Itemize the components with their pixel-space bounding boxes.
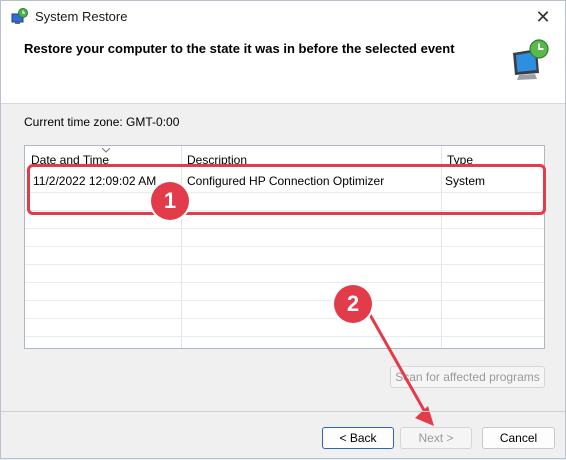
sort-chevron-down-icon <box>102 148 110 153</box>
footer-divider <box>1 411 565 412</box>
highlight-box <box>27 164 546 215</box>
title-bar: System Restore ✕ <box>1 1 565 33</box>
cancel-button[interactable]: Cancel <box>482 427 555 449</box>
row-divider <box>25 264 544 265</box>
window-title: System Restore <box>35 9 128 24</box>
timezone-label: Current time zone: GMT-0:00 <box>24 115 180 129</box>
step-badge-2: 2 <box>334 285 372 323</box>
row-divider <box>25 336 544 337</box>
header-panel: Restore your computer to the state it wa… <box>1 33 565 104</box>
row-divider <box>25 228 544 229</box>
row-divider <box>25 318 544 319</box>
system-restore-window: System Restore ✕ Restore your computer t… <box>0 0 566 459</box>
arrow-head-icon <box>415 406 434 426</box>
monitor-restore-icon <box>513 39 549 80</box>
close-icon: ✕ <box>535 6 551 27</box>
header-title: Restore your computer to the state it wa… <box>24 41 455 56</box>
scan-affected-programs-button[interactable]: Scan for affected programs <box>390 366 545 388</box>
row-divider <box>25 300 544 301</box>
system-restore-icon <box>11 8 28 24</box>
step-badge-1: 1 <box>151 182 189 220</box>
row-divider <box>25 246 544 247</box>
back-button[interactable]: < Back <box>322 427 394 449</box>
close-button[interactable]: ✕ <box>525 3 561 31</box>
row-divider <box>25 282 544 283</box>
next-button[interactable]: Next > <box>400 427 472 449</box>
